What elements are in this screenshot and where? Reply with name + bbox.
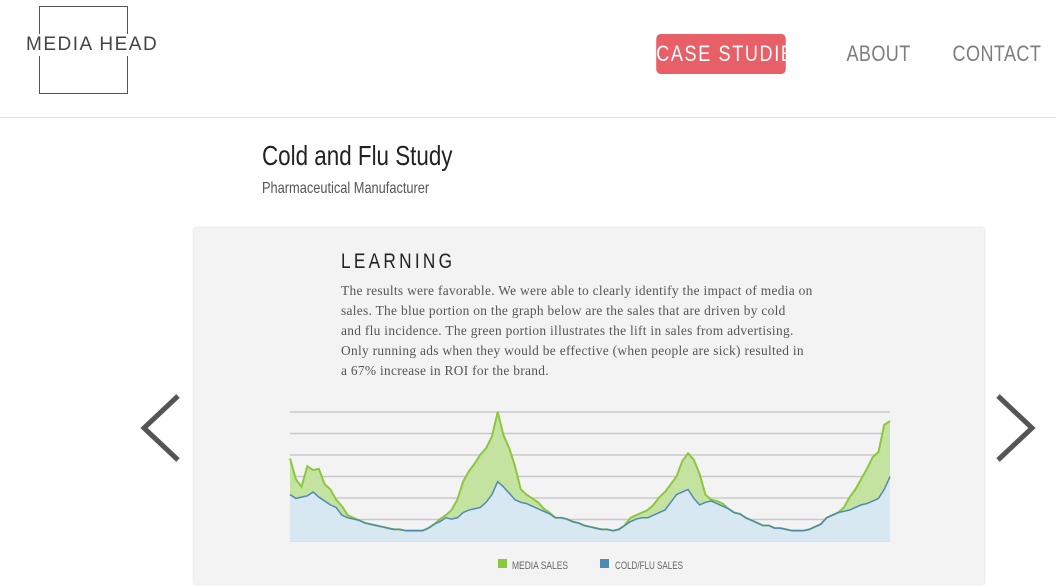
carousel-prev-button[interactable]: [138, 392, 182, 464]
carousel-next-button[interactable]: [994, 392, 1038, 464]
nav-about[interactable]: ABOUT: [846, 34, 910, 74]
legend-swatch-media-sales: [498, 559, 507, 568]
chevron-left-icon: [140, 394, 180, 462]
chevron-right-icon: [996, 394, 1036, 462]
sales-chart: MEDIA SALES COLD/FLU SALES: [289, 411, 891, 572]
logo-text[interactable]: MEDIA HEAD: [26, 34, 157, 56]
legend-label-media-sales: MEDIA SALES: [512, 560, 568, 572]
page-subtitle: Pharmaceutical Manufacturer: [262, 180, 430, 197]
nav-case-studies[interactable]: CASE STUDIES: [656, 34, 807, 74]
slide-panel: LEARNING The results were favorable. We …: [194, 228, 984, 584]
legend-swatch-cold-flu-sales: [600, 559, 609, 568]
series-line-cold-flu-sales: [289, 476, 891, 532]
nav-contact[interactable]: CONTACT: [953, 34, 1041, 74]
series-line-media-sales: [289, 411, 891, 532]
site-header: MEDIA HEAD CASE STUDIES ABOUT CONTACT: [0, 0, 1056, 118]
page-title: Cold and Flu Study: [262, 140, 453, 171]
legend-label-cold-flu-sales: COLD/FLU SALES: [615, 560, 683, 572]
